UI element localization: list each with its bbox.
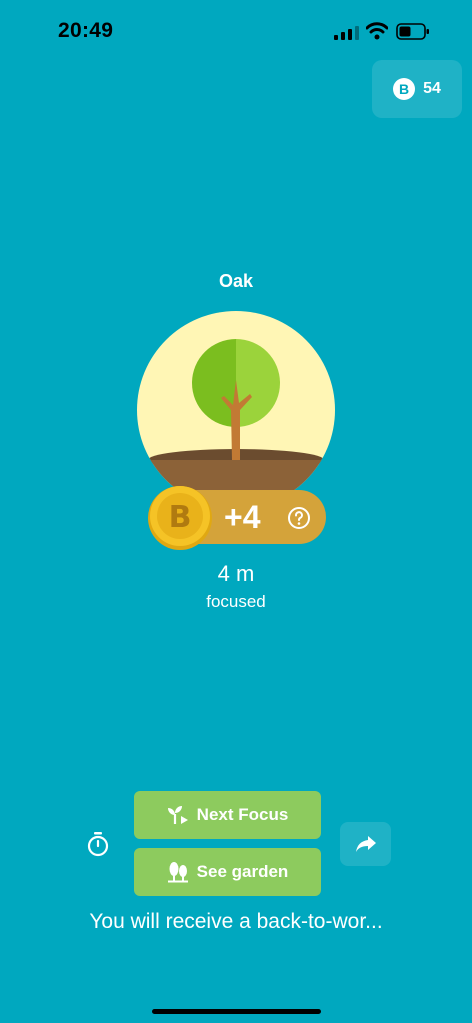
next-focus-label: Next Focus xyxy=(196,805,289,824)
focused-label: focused xyxy=(206,592,266,611)
sprout-play-icon xyxy=(167,806,188,824)
back-to-work-notice: You will receive a back-to-wor... xyxy=(89,910,383,933)
reward-amount: +4 xyxy=(224,499,261,535)
share-button[interactable] xyxy=(340,822,391,866)
see-garden-button[interactable]: See garden xyxy=(134,848,321,896)
focus-duration: 4 m xyxy=(217,561,255,586)
home-indicator[interactable] xyxy=(152,1009,321,1014)
share-arrow-icon xyxy=(355,836,376,852)
coin-icon-large: B xyxy=(148,486,212,550)
trees-icon xyxy=(167,862,188,883)
status-bar: 20:49 xyxy=(0,0,472,62)
coin-balance-badge[interactable]: B 54 xyxy=(372,60,462,118)
stopwatch-icon[interactable] xyxy=(86,831,110,857)
tree-name: Oak xyxy=(218,271,254,291)
coin-balance: 54 xyxy=(423,80,441,97)
cellular-signal-icon xyxy=(334,26,359,40)
see-garden-label: See garden xyxy=(196,862,289,881)
question-circle-icon[interactable] xyxy=(287,506,311,530)
coin-icon: B xyxy=(393,78,416,100)
oak-tree-illustration xyxy=(137,311,335,509)
coin-letter: B xyxy=(169,500,192,535)
status-time: 20:49 xyxy=(58,19,114,42)
battery-icon xyxy=(396,23,429,40)
wifi-icon xyxy=(366,22,388,40)
next-focus-button[interactable]: Next Focus xyxy=(134,791,321,839)
